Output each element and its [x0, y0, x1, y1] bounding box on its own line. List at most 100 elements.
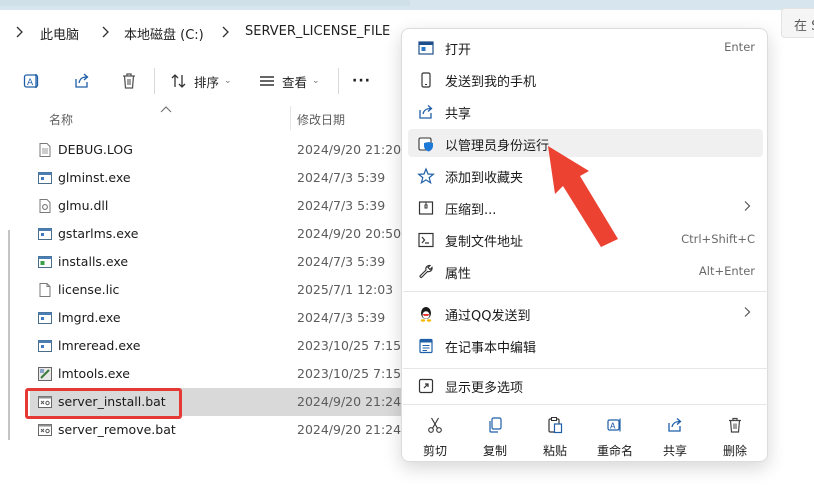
- chevron-down-icon: ⌄: [224, 76, 232, 86]
- menu-item[interactable]: 属性 Alt+Enter: [408, 257, 763, 285]
- annotation-highlight-box: [25, 388, 182, 419]
- trash-icon: [119, 71, 139, 91]
- menu-item[interactable]: 发送到我的手机: [408, 65, 763, 93]
- exe-file-icon: [37, 310, 53, 326]
- menu-item[interactable]: 通过QQ发送到: [408, 299, 763, 327]
- menu-separator: [403, 404, 768, 405]
- archive-icon: [417, 199, 435, 217]
- column-divider[interactable]: [290, 106, 291, 130]
- breadcrumb-local-disk[interactable]: 本地磁盘 (C:): [124, 24, 204, 43]
- breadcrumb-this-pc[interactable]: 此电脑: [40, 24, 79, 43]
- copy-path-icon: [417, 231, 435, 249]
- rename-icon: A: [22, 71, 42, 91]
- file-modified-date: 2024/7/3 5:39: [297, 254, 386, 269]
- menu-item-label: 发送到我的手机: [445, 75, 537, 90]
- menu-item[interactable]: 在记事本中编辑: [408, 331, 763, 359]
- rename-button[interactable]: A: [22, 66, 42, 96]
- file-modified-date: 2023/10/25 7:15: [297, 366, 402, 381]
- menu-separator: [403, 368, 768, 369]
- menu-separator: [403, 291, 768, 292]
- file-row[interactable]: lmgrd.exe 2024/7/3 5:39: [30, 304, 402, 332]
- share-icon: [666, 416, 684, 434]
- file-row[interactable]: DEBUG.LOG 2024/9/20 21:20: [30, 136, 402, 164]
- phone-icon: [417, 71, 435, 89]
- file-name: lmgrd.exe: [58, 310, 121, 325]
- search-input[interactable]: 在 S: [781, 8, 814, 38]
- file-name: lmtools.exe: [58, 366, 130, 381]
- file-modified-date: 2024/7/3 5:39: [297, 310, 386, 325]
- file-name: DEBUG.LOG: [58, 142, 133, 157]
- chevron-down-icon: ⌄: [312, 76, 320, 86]
- file-row[interactable]: glminst.exe 2024/7/3 5:39: [30, 164, 402, 192]
- blank-file-icon: [37, 282, 53, 298]
- notepad-icon: [417, 337, 435, 355]
- file-row[interactable]: license.lic 2025/7/1 12:03: [30, 276, 402, 304]
- file-modified-date: 2024/7/3 5:39: [297, 198, 386, 213]
- log-file-icon: [37, 142, 53, 158]
- file-modified-date: 2024/9/20 21:24: [297, 422, 402, 437]
- menu-item-label: 添加到收藏夹: [445, 171, 524, 186]
- file-modified-date: 2024/7/3 5:39: [297, 170, 386, 185]
- more-options-icon: [417, 377, 435, 395]
- file-modified-date: 2023/10/25 7:15: [297, 338, 402, 353]
- delete-button[interactable]: [119, 66, 139, 96]
- navigation-pane-edge: [8, 230, 10, 440]
- open-icon: [417, 39, 435, 57]
- installer-exe-icon: [37, 254, 53, 270]
- quick-action-label: 粘贴: [542, 444, 567, 458]
- toolbar-divider: [154, 68, 155, 94]
- file-row[interactable]: lmreread.exe 2023/10/25 7:15: [30, 332, 402, 360]
- svg-text:A: A: [27, 78, 34, 88]
- column-header-modified[interactable]: 修改日期: [297, 111, 345, 128]
- dll-file-icon: [37, 198, 53, 214]
- more-options-button[interactable]: ···: [352, 66, 371, 96]
- admin-shield-icon: [417, 135, 435, 153]
- file-row[interactable]: server_remove.bat 2024/9/20 21:24: [30, 416, 402, 444]
- search-placeholder: 在 S: [794, 19, 814, 34]
- tools-exe-icon: [37, 366, 53, 382]
- file-row[interactable]: gstarlms.exe 2024/9/20 20:50: [30, 220, 402, 248]
- qq-penguin-icon: [417, 305, 435, 323]
- file-name: license.lic: [58, 282, 120, 297]
- file-row[interactable]: installs.exe 2024/7/3 5:39: [30, 248, 402, 276]
- menu-item[interactable]: 显示更多选项: [408, 371, 763, 399]
- sort-label: 排序: [194, 74, 220, 90]
- menu-item[interactable]: 打开 Enter: [408, 33, 763, 61]
- chevron-right-icon: [743, 306, 751, 321]
- exe-file-icon: [37, 170, 53, 186]
- exe-file-icon: [37, 338, 53, 354]
- menu-item[interactable]: 共享: [408, 97, 763, 125]
- share-button[interactable]: [72, 66, 92, 96]
- file-name: lmreread.exe: [58, 338, 141, 353]
- file-row[interactable]: lmtools.exe 2023/10/25 7:15: [30, 360, 402, 388]
- file-modified-date: 2024/9/20 20:50: [297, 226, 402, 241]
- toolbar-divider: [338, 68, 339, 94]
- quick-action-button[interactable]: 复制: [470, 414, 520, 462]
- quick-action-label: 重命名: [596, 444, 633, 458]
- menu-item-label: 压缩到...: [445, 203, 497, 218]
- file-name: gstarlms.exe: [58, 226, 139, 241]
- breadcrumb-current-folder[interactable]: SERVER_LICENSE_FILE: [245, 24, 390, 39]
- quick-action-button[interactable]: 粘贴: [530, 414, 580, 462]
- quick-action-button[interactable]: 剪切: [410, 414, 460, 462]
- exe-file-icon: [37, 226, 53, 242]
- file-name: glminst.exe: [58, 170, 131, 185]
- view-button[interactable]: 查看 ⌄: [258, 66, 320, 96]
- column-header-name[interactable]: 名称: [49, 111, 73, 128]
- menu-item-label: 以管理员身份运行: [445, 139, 550, 154]
- file-row[interactable]: glmu.dll 2024/7/3 5:39: [30, 192, 402, 220]
- file-modified-date: 2024/9/20 21:20: [297, 142, 402, 157]
- more-label: ···: [352, 73, 371, 89]
- chevron-right-icon: [743, 200, 751, 215]
- menu-item-label: 共享: [445, 107, 472, 122]
- file-modified-date: 2025/7/1 12:03: [297, 282, 394, 297]
- quick-action-button[interactable]: 删除: [710, 414, 760, 462]
- annotation-arrow-icon: [548, 146, 618, 247]
- quick-action-button[interactable]: 共享: [650, 414, 700, 462]
- quick-action-button[interactable]: A 重命名: [590, 414, 640, 462]
- svg-text:A: A: [610, 422, 616, 431]
- menu-item-label: 在记事本中编辑: [445, 341, 537, 356]
- menu-item-shortcut: Ctrl+Shift+C: [681, 232, 755, 246]
- sort-button[interactable]: 排序 ⌄: [170, 66, 232, 96]
- file-name: server_remove.bat: [58, 422, 176, 437]
